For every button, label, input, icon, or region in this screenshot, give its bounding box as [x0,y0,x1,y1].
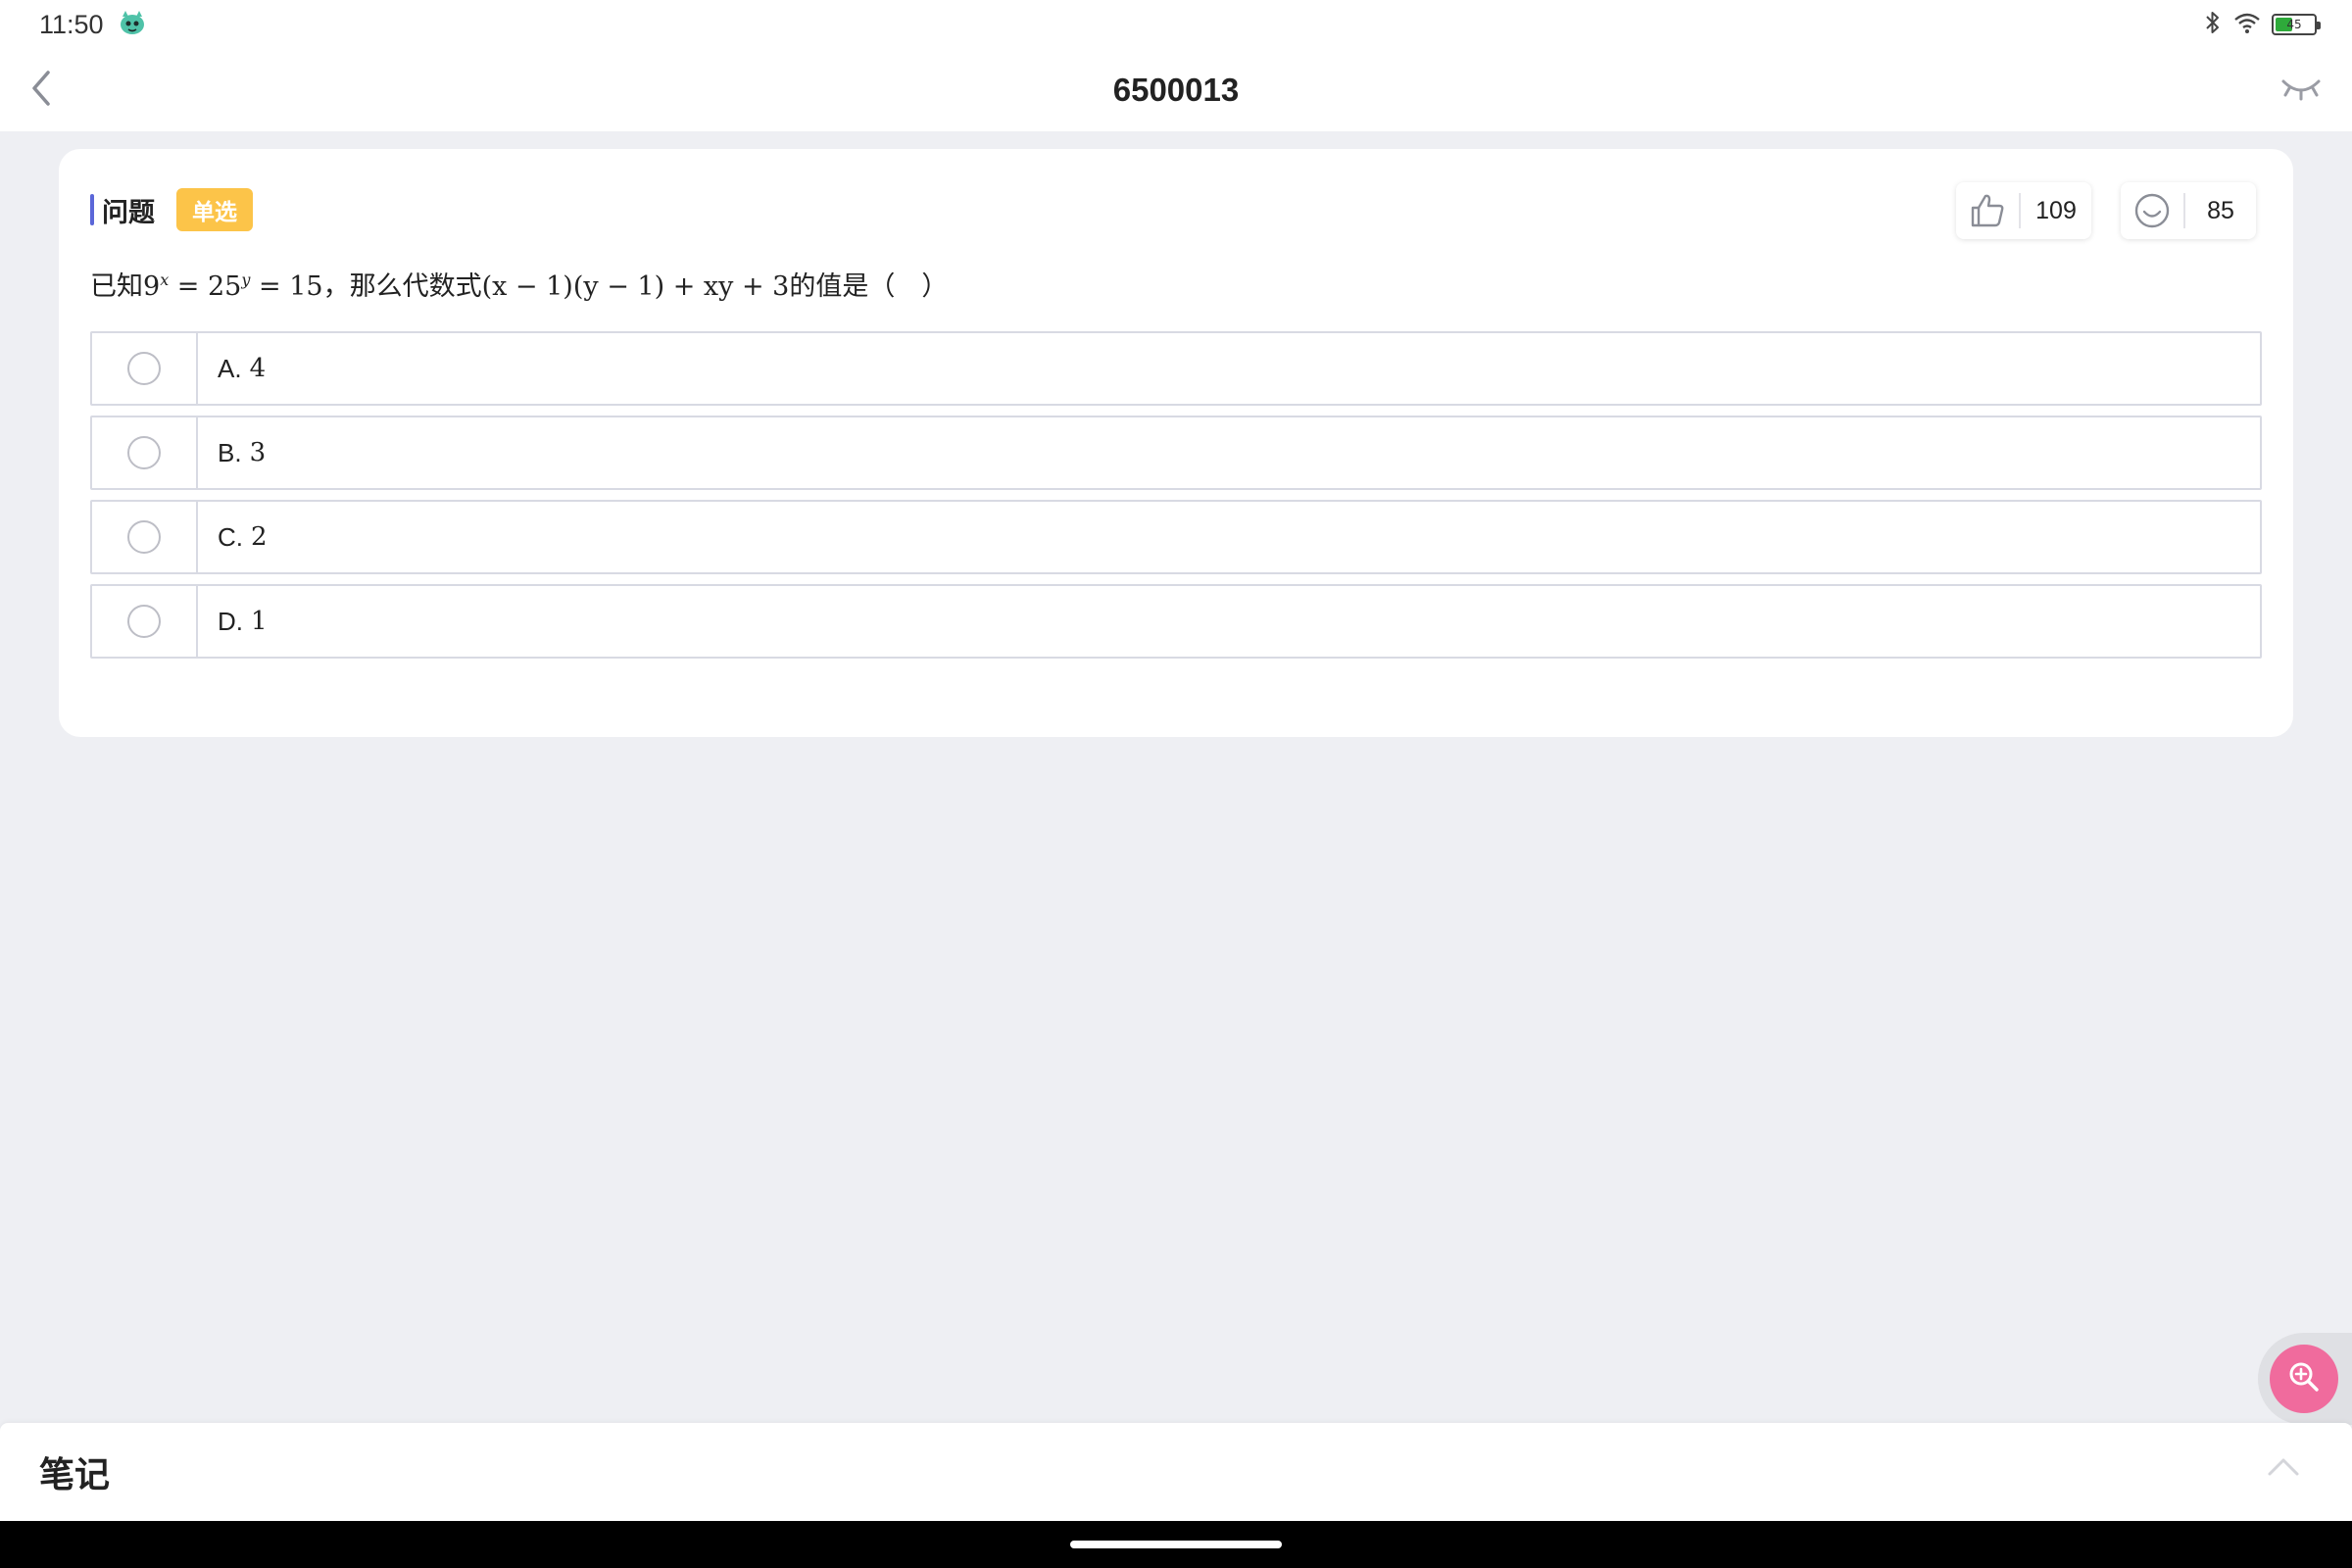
chevron-left-icon [28,69,54,112]
system-gesture-bar [0,1521,2352,1568]
option-d[interactable]: D. 1 [90,584,2262,659]
back-button[interactable] [18,67,65,114]
status-right: 45 [2203,10,2321,39]
stem-prefix: 已知 [90,271,143,302]
notes-title: 笔记 [39,1455,111,1495]
chevron-up-icon[interactable] [2266,1454,2301,1482]
option-label[interactable]: B. 3 [198,417,266,488]
option-label[interactable]: C. 2 [198,502,268,572]
zoom-fab-tray [2258,1333,2352,1425]
option-value: 2 [251,522,268,552]
option-b[interactable]: B. 3 [90,416,2262,490]
radio-button[interactable] [127,352,161,385]
stem-math-4: (x − 1)(y − 1) + xy + 3 [481,271,790,302]
stem-sup-1: x [160,270,170,289]
home-indicator[interactable] [1070,1541,1282,1548]
battery-icon: 45 [2272,14,2321,35]
option-letter: D. [218,606,243,636]
section-accent-bar [90,194,94,225]
option-letter: A. [218,353,242,383]
emoji-count: 85 [2207,196,2234,224]
question-card: 问题 单选 109 85 已知9x = 25y = 15，那么代数式(x − 1… [59,149,2293,737]
radio-button[interactable] [127,520,161,554]
like-button[interactable]: 109 [1956,182,2091,239]
emoji-button[interactable]: 85 [2121,182,2256,239]
zoom-button[interactable] [2270,1345,2338,1413]
option-letter: C. [218,521,243,552]
question-stem: 已知9x = 25y = 15，那么代数式(x − 1)(y − 1) + xy… [90,265,948,303]
option-label[interactable]: A. 4 [198,333,266,404]
option-value: 3 [249,438,267,467]
bluetooth-icon [2203,10,2223,39]
page-title: 6500013 [1112,72,1240,108]
like-count: 109 [2035,196,2077,224]
status-bar: 11:50 45 [0,0,2352,49]
option-radio-cell[interactable] [92,333,198,404]
section-title: 问题 [102,197,155,228]
wifi-icon [2232,10,2262,39]
battery-level: 45 [2286,18,2302,31]
thumbs-up-icon [1956,192,2019,229]
option-letter: B. [218,437,242,467]
stem-math-2: = 25 [169,271,242,302]
option-value: 4 [249,354,267,383]
option-label[interactable]: D. 1 [198,586,268,657]
nav-bar: 6500013 [0,49,2352,131]
question-type-badge: 单选 [176,188,253,231]
toggle-visibility-button[interactable] [2276,69,2327,112]
option-list: A. 4 B. 3 C. 2 D. 1 [90,331,2262,668]
radio-button[interactable] [127,436,161,469]
eye-closed-icon [2279,74,2323,107]
option-radio-cell[interactable] [92,417,198,488]
question-header: 问题 单选 [90,188,253,231]
option-value: 1 [251,607,268,636]
stem-math-3: = 15 [250,271,323,302]
notes-panel[interactable]: 笔记 [0,1423,2352,1521]
option-c[interactable]: C. 2 [90,500,2262,574]
zoom-in-icon [2287,1360,2321,1397]
stem-math-1: 9 [143,271,161,302]
stem-mid: ，那么代数式 [322,271,482,302]
smiley-icon [2121,192,2183,229]
app-mascot-icon [118,9,147,40]
status-time: 11:50 [39,9,104,39]
status-left: 11:50 [39,9,147,40]
option-radio-cell[interactable] [92,502,198,572]
option-a[interactable]: A. 4 [90,331,2262,406]
radio-button[interactable] [127,605,161,638]
option-radio-cell[interactable] [92,586,198,657]
stem-suffix: 的值是（ ） [789,271,949,302]
